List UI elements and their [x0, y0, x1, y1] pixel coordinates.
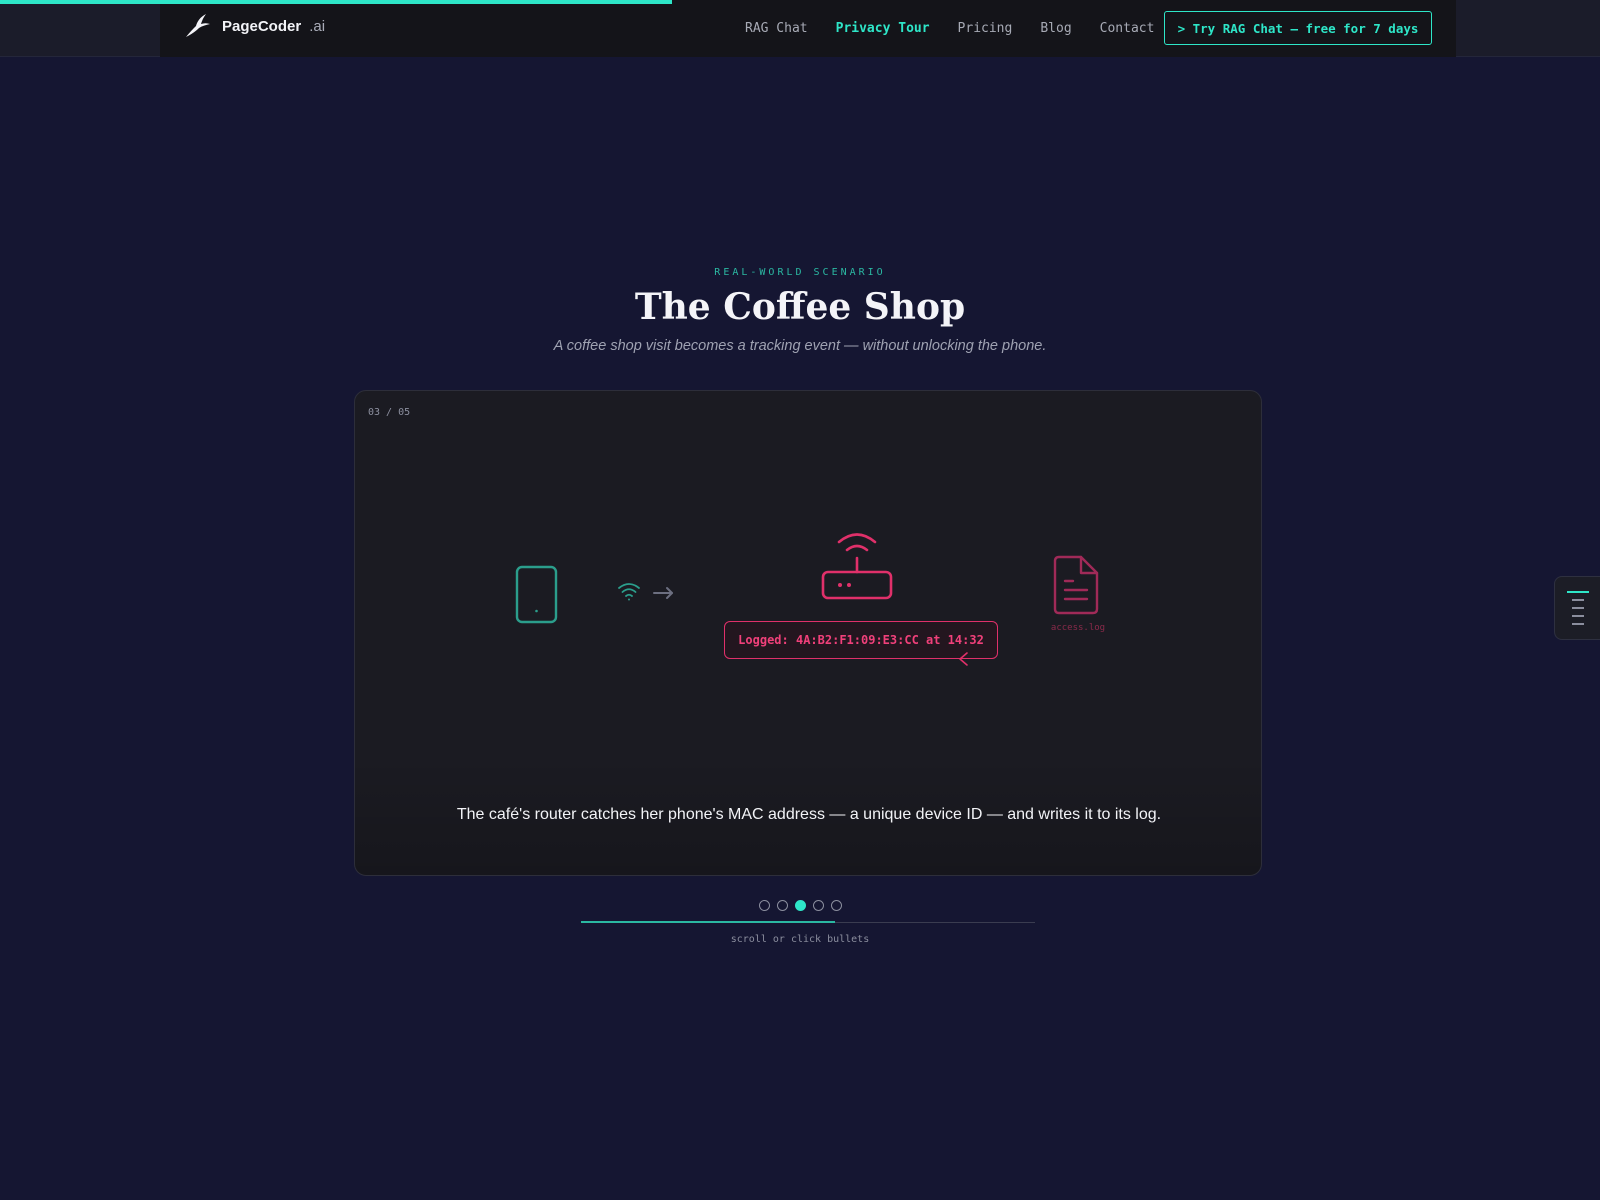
wifi-icon: [618, 583, 640, 601]
page-scroll-progress-fill: [0, 0, 672, 4]
access-log-label: access.log: [1050, 623, 1106, 633]
page-title: The Coffee Shop: [634, 286, 966, 328]
arrow-right-icon: [653, 587, 673, 599]
smartphone-icon: [515, 565, 558, 624]
logo-name: PageCoder: [222, 17, 302, 35]
nav-rag-chat[interactable]: RAG Chat: [745, 21, 808, 36]
page-scroll-progress: [0, 0, 1600, 4]
slide-caption: The café's router catches her phone's MA…: [456, 806, 1162, 823]
toc-line: [1572, 607, 1584, 609]
albatross-logo-icon: [186, 14, 210, 37]
site-logo[interactable]: PageCoder .ai: [184, 10, 325, 42]
toc-line-active: [1567, 591, 1589, 593]
toc-line: [1572, 623, 1584, 625]
logo-suffix: .ai: [309, 17, 326, 35]
toc-line: [1572, 599, 1584, 601]
router-icon: [821, 533, 893, 600]
page-subtitle: A coffee shop visit becomes a tracking e…: [553, 338, 1047, 354]
nav-blog[interactable]: Blog: [1040, 21, 1071, 36]
chevron-left-icon: [959, 652, 968, 666]
main-nav: RAG Chat Privacy Tour Pricing Blog Conta…: [745, 0, 1154, 57]
table-of-contents-toggle[interactable]: [1554, 576, 1600, 640]
slide-progress-fill: [581, 921, 836, 923]
slide-bullet-5[interactable]: [830, 900, 842, 911]
file-text-icon: [1053, 555, 1099, 615]
scenario-slide-card: 03 / 05 access.log Logged: 4A:B2:F1:09:E…: [354, 390, 1262, 876]
toc-line: [1572, 615, 1584, 617]
slide-bullet-4[interactable]: [812, 900, 824, 911]
section-eyebrow: REAL-WORLD SCENARIO: [714, 267, 886, 278]
site-header: PageCoder .ai RAG Chat Privacy Tour Pric…: [0, 0, 1600, 57]
slide-bullet-3[interactable]: [794, 900, 806, 911]
header-inner: PageCoder .ai RAG Chat Privacy Tour Pric…: [160, 0, 1456, 57]
nav-contact[interactable]: Contact: [1100, 21, 1155, 36]
slide-progress-track: [581, 921, 1035, 923]
nav-pricing[interactable]: Pricing: [958, 21, 1013, 36]
slide-counter: 03 / 05: [368, 407, 411, 418]
slide-bullet-1[interactable]: [758, 900, 770, 911]
navigation-hint: scroll or click bullets: [730, 934, 870, 945]
slide-bullet-2[interactable]: [776, 900, 788, 911]
nav-privacy-tour[interactable]: Privacy Tour: [836, 21, 930, 36]
wifi-signal-arrow: [618, 583, 673, 601]
try-rag-chat-button[interactable]: > Try RAG Chat — free for 7 days: [1164, 11, 1432, 45]
slide-bullets: [0, 900, 1600, 911]
